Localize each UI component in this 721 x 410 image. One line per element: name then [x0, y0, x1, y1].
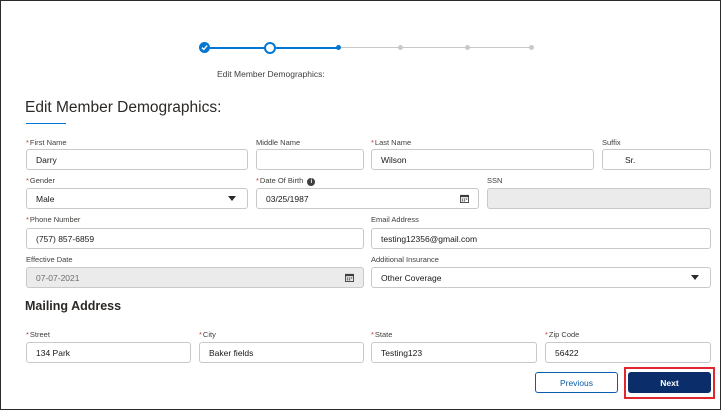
- ssn-label: SSN: [487, 176, 503, 185]
- progress-line-complete: [276, 47, 338, 49]
- state-field[interactable]: Testing123: [371, 342, 537, 363]
- calendar-icon: [345, 273, 354, 282]
- chevron-down-icon: [228, 196, 236, 201]
- progress-indicator: [199, 41, 539, 55]
- ssn-field: [487, 188, 711, 209]
- step-incomplete[interactable]: [465, 45, 470, 50]
- street-label: *Street: [26, 330, 50, 339]
- step-incomplete[interactable]: [398, 45, 403, 50]
- insurance-label: Additional Insurance: [371, 255, 439, 264]
- zip-label: *Zip Code: [545, 330, 580, 339]
- first-name-label: *First Name: [26, 138, 67, 147]
- progress-line-incomplete: [470, 47, 532, 48]
- phone-field[interactable]: (757) 857-6859: [26, 228, 364, 249]
- email-field[interactable]: testing12356@gmail.com: [371, 228, 711, 249]
- progress-caption: Edit Member Demographics:: [217, 69, 325, 79]
- city-label: *City: [199, 330, 216, 339]
- gender-select[interactable]: Male: [26, 188, 248, 209]
- effective-date-label: Effective Date: [26, 255, 73, 264]
- city-field[interactable]: Baker fields: [199, 342, 364, 363]
- step-current[interactable]: [336, 45, 341, 50]
- next-button-highlight: [624, 367, 715, 399]
- mailing-address-heading: Mailing Address: [25, 299, 122, 313]
- suffix-label: Suffix: [602, 138, 621, 147]
- step-complete-check-icon[interactable]: [199, 42, 210, 53]
- progress-line-incomplete: [403, 47, 467, 48]
- last-name-field[interactable]: Wilson: [371, 149, 594, 170]
- dob-label: *Date Of Birth i: [256, 176, 316, 186]
- progress-line-complete: [205, 47, 270, 49]
- state-label: *State: [371, 330, 393, 339]
- chevron-down-icon: [691, 275, 699, 280]
- phone-label: *Phone Number: [26, 215, 81, 224]
- title-underline: [26, 123, 66, 124]
- previous-button[interactable]: Previous: [535, 372, 618, 393]
- last-name-label: *Last Name: [371, 138, 412, 147]
- info-icon[interactable]: i: [307, 178, 316, 186]
- zip-field[interactable]: 56422: [545, 342, 711, 363]
- suffix-field[interactable]: Sr.: [602, 149, 711, 170]
- insurance-select[interactable]: Other Coverage: [371, 267, 711, 288]
- step-active[interactable]: [264, 42, 276, 54]
- progress-line-incomplete: [341, 47, 401, 48]
- dob-field[interactable]: 03/25/1987: [256, 188, 479, 209]
- page-title: Edit Member Demographics:: [25, 99, 222, 116]
- calendar-icon[interactable]: [460, 194, 469, 203]
- first-name-field[interactable]: Darry: [26, 149, 248, 170]
- gender-label: *Gender: [26, 176, 55, 185]
- email-label: Email Address: [371, 215, 419, 224]
- effective-date-field: 07-07-2021: [26, 267, 364, 288]
- middle-name-label: Middle Name: [256, 138, 301, 147]
- step-incomplete[interactable]: [529, 45, 534, 50]
- middle-name-field[interactable]: [256, 149, 364, 170]
- street-field[interactable]: 134 Park: [26, 342, 191, 363]
